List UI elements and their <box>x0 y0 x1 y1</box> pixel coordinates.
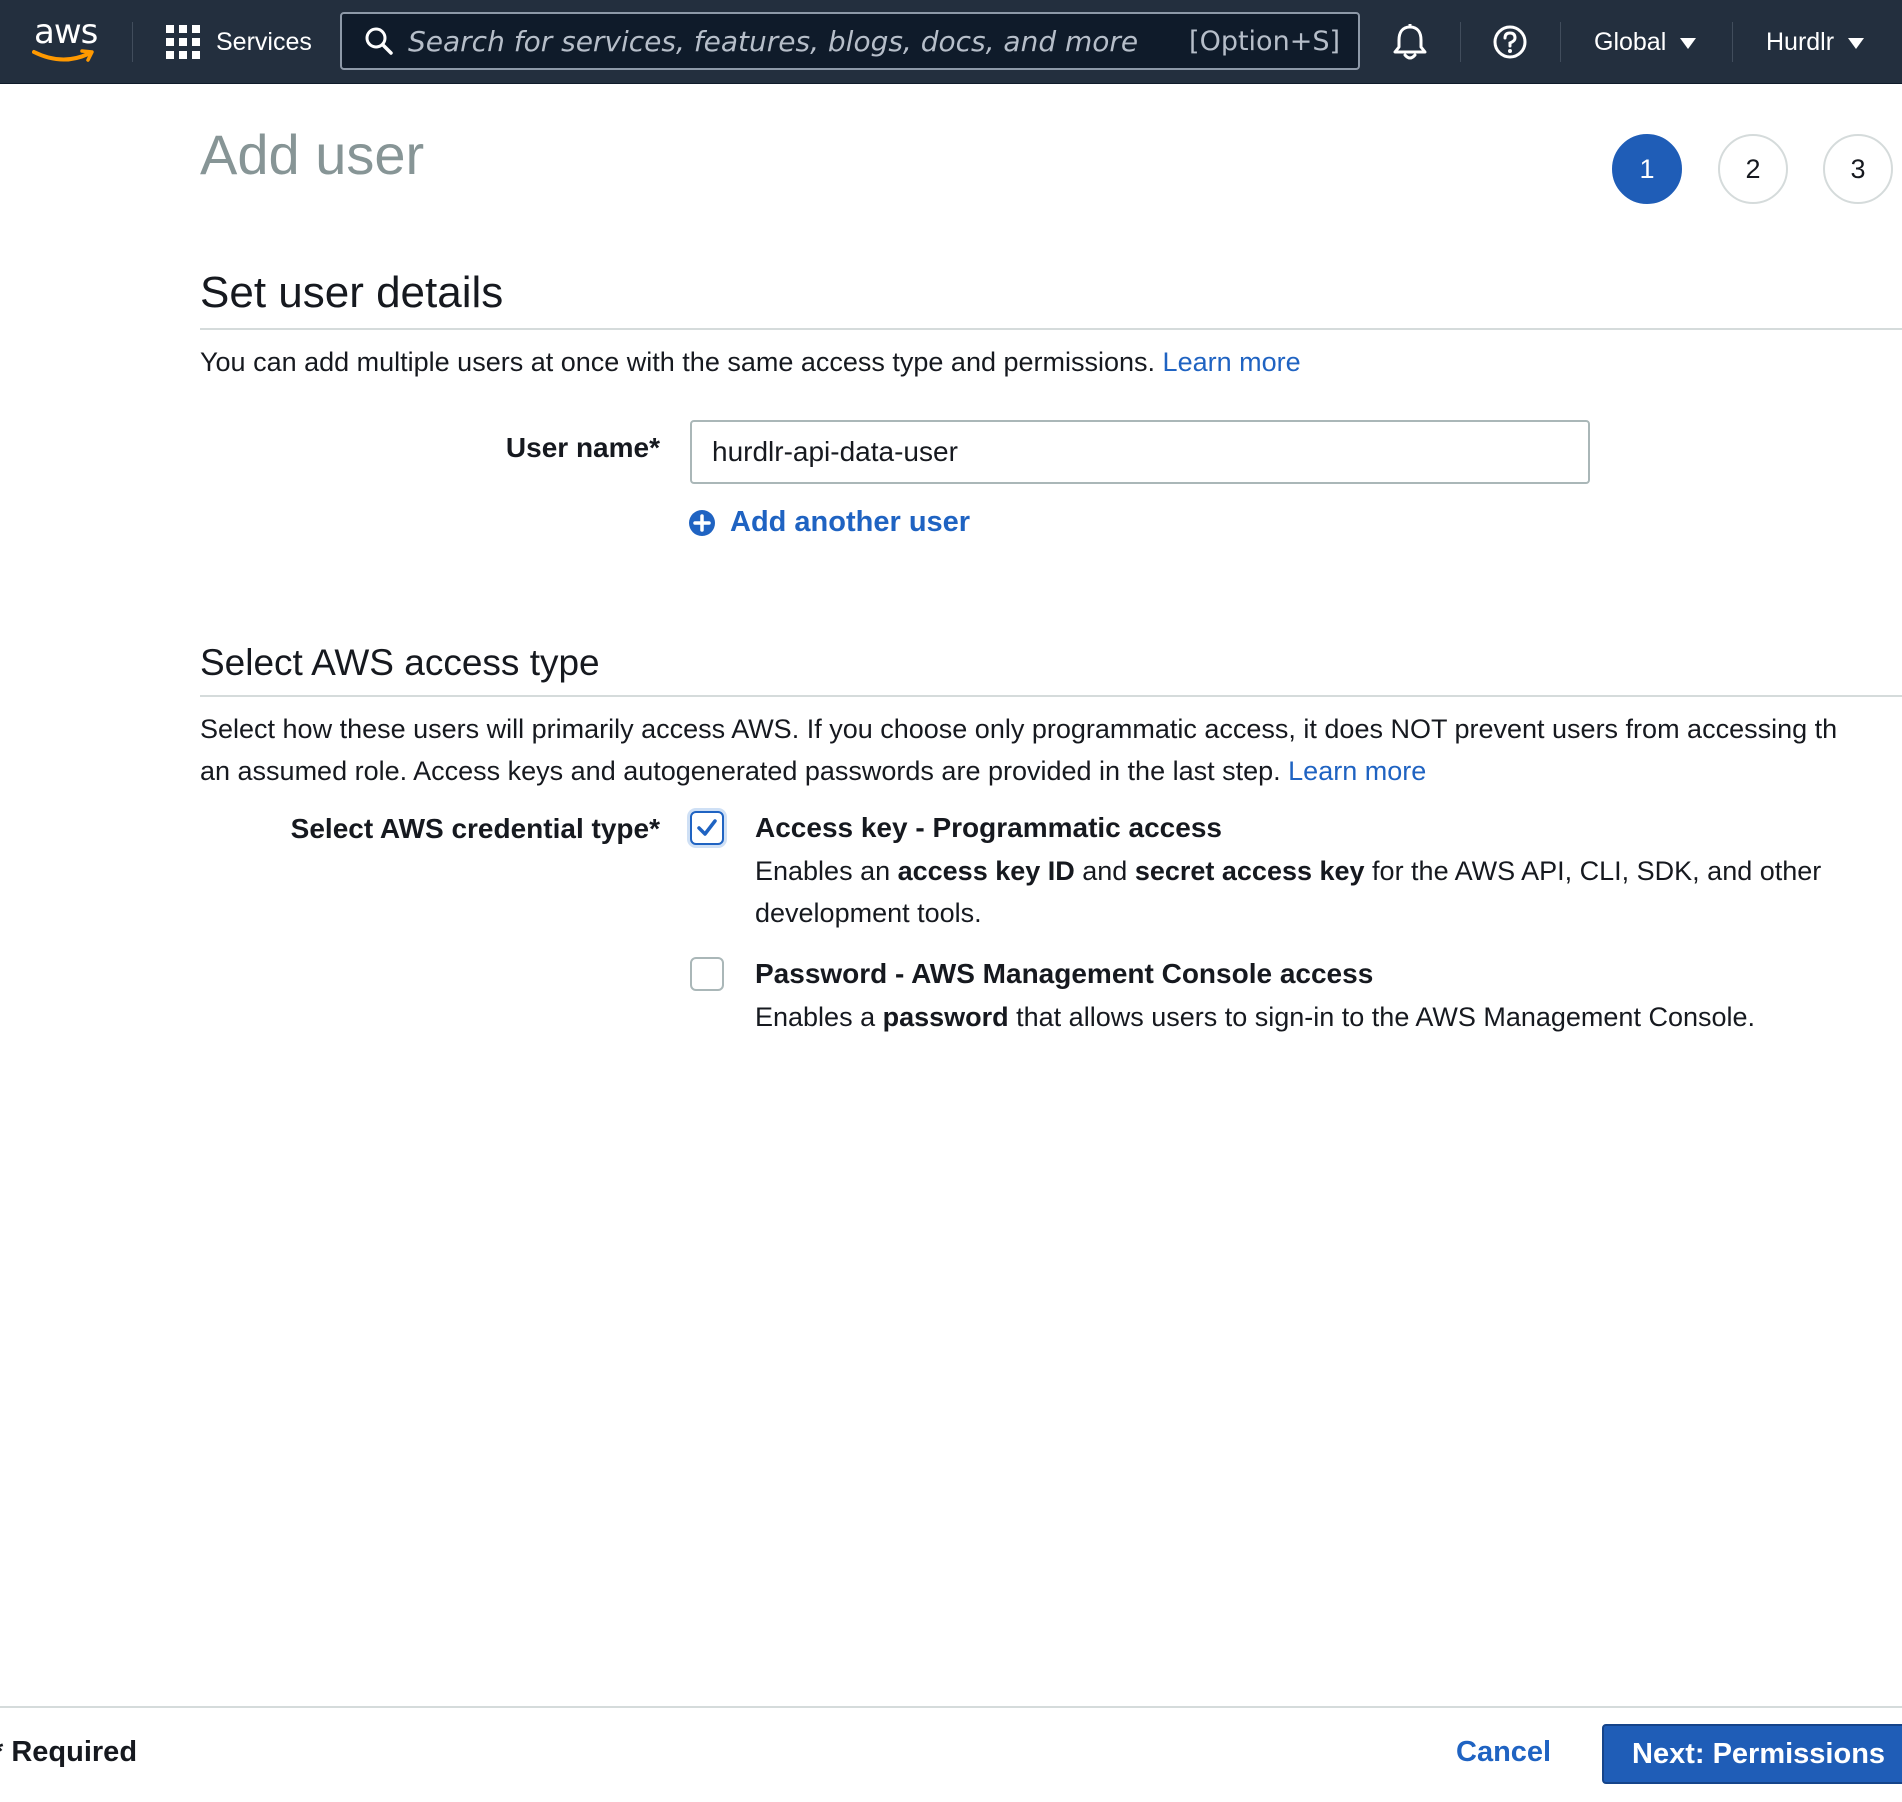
page-title: Add user <box>200 123 425 186</box>
global-search-input[interactable]: Search for services, features, blogs, do… <box>340 12 1360 70</box>
help-button[interactable] <box>1492 0 1528 84</box>
access-type-description-line-1: Select how these users will primarily ac… <box>200 714 1838 744</box>
access-key-option-description: Enables an access key ID and secret acce… <box>755 856 1822 928</box>
section-divider <box>200 695 1902 697</box>
section-title-user-details: Set user details <box>200 268 504 317</box>
section-title-access-type: Select AWS access type <box>200 642 600 683</box>
nav-divider <box>1560 22 1561 62</box>
nav-divider <box>132 22 133 62</box>
learn-more-link[interactable]: Learn more <box>1288 756 1426 786</box>
nav-divider <box>1460 22 1461 62</box>
plus-circle-icon <box>689 509 715 536</box>
wizard-step-2[interactable]: 2 <box>1718 134 1788 204</box>
caret-down-icon <box>1848 37 1865 49</box>
access-type-description-text: an assumed role. Access keys and autogen… <box>200 756 1281 786</box>
password-checkbox[interactable] <box>690 957 724 991</box>
wizard-step-1[interactable]: 1 <box>1612 134 1682 204</box>
access-type-description-line-2: an assumed role. Access keys and autogen… <box>200 750 1426 792</box>
caret-down-icon <box>1680 37 1697 49</box>
services-menu-button[interactable]: Services <box>166 0 312 84</box>
aws-logo-text: aws <box>34 12 98 52</box>
user-details-description: You can add multiple users at once with … <box>200 341 1301 383</box>
learn-more-link[interactable]: Learn more <box>1163 347 1301 377</box>
password-option-description: Enables a password that allows users to … <box>755 1002 1756 1032</box>
region-label: Global <box>1594 27 1667 56</box>
password-option-title: Password - AWS Management Console access <box>755 958 1374 989</box>
next-permissions-button[interactable]: Next: Permissions <box>1602 1724 1902 1784</box>
aws-smile-icon <box>32 49 94 62</box>
top-navigation-bar: aws Services Search for services, featur… <box>0 0 1902 84</box>
search-placeholder: Search for services, features, blogs, do… <box>408 24 1139 58</box>
user-name-input[interactable] <box>690 420 1590 484</box>
search-icon <box>365 27 393 55</box>
wizard-step-3[interactable]: 3 <box>1823 134 1893 204</box>
region-selector[interactable]: Global <box>1594 0 1697 84</box>
help-icon <box>1493 25 1527 59</box>
account-label: Hurdlr <box>1766 27 1835 56</box>
section-divider <box>200 328 1902 330</box>
credential-type-label: Select AWS credential type* <box>290 813 660 844</box>
account-menu[interactable]: Hurdlr <box>1766 0 1865 84</box>
notifications-button[interactable] <box>1392 0 1428 84</box>
cancel-button[interactable]: Cancel <box>1456 1722 1551 1782</box>
access-key-option-title: Access key - Programmatic access <box>755 812 1222 843</box>
footer-divider <box>0 1706 1902 1708</box>
bell-icon <box>1393 24 1427 60</box>
nav-divider <box>1732 22 1733 62</box>
checkmark-icon <box>697 819 717 836</box>
services-label: Services <box>216 27 312 56</box>
grid-icon <box>166 25 200 59</box>
add-another-user-label: Add another user <box>730 506 971 538</box>
user-name-label: User name* <box>505 432 660 463</box>
aws-logo[interactable]: aws <box>32 0 102 84</box>
add-another-user-button[interactable]: Add another user <box>688 506 970 539</box>
required-note: * Required <box>0 1736 138 1768</box>
user-details-description-text: You can add multiple users at once with … <box>200 347 1156 377</box>
search-shortcut-hint: [Option+S] <box>1189 25 1340 57</box>
access-key-checkbox[interactable] <box>690 811 724 845</box>
